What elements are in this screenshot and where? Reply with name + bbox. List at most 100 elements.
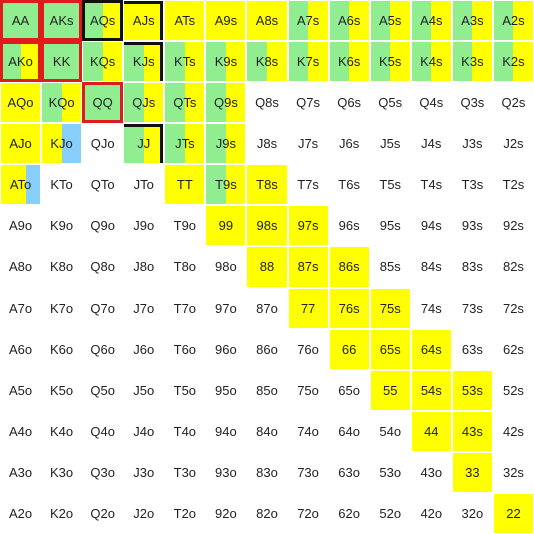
hand-cell[interactable]: 33	[451, 451, 493, 493]
hand-cell[interactable]: A7o	[0, 287, 42, 329]
hand-cell[interactable]: J9s	[205, 123, 247, 165]
hand-cell[interactable]: T6o	[164, 328, 206, 370]
hand-cell[interactable]: 83o	[246, 451, 288, 493]
hand-cell[interactable]: J9o	[123, 205, 165, 247]
hand-cell[interactable]: K8s	[246, 41, 288, 83]
hand-cell[interactable]: 72s	[492, 287, 534, 329]
hand-cell[interactable]: Q8o	[82, 246, 124, 288]
hand-cell[interactable]: 95s	[369, 205, 411, 247]
hand-cell[interactable]: K5o	[41, 369, 83, 411]
hand-cell[interactable]: A7s	[287, 0, 329, 42]
hand-cell[interactable]: 86o	[246, 328, 288, 370]
hand-cell[interactable]: 88	[246, 246, 288, 288]
hand-cell[interactable]: Q5o	[82, 369, 124, 411]
hand-cell[interactable]: K7s	[287, 41, 329, 83]
hand-cell[interactable]: 52s	[492, 369, 534, 411]
hand-cell[interactable]: 73s	[451, 287, 493, 329]
hand-cell[interactable]: A6s	[328, 0, 370, 42]
hand-cell[interactable]: 63o	[328, 451, 370, 493]
hand-cell[interactable]: 84o	[246, 410, 288, 452]
hand-cell[interactable]: KTs	[164, 41, 206, 83]
hand-cell[interactable]: A2s	[492, 0, 534, 42]
hand-cell[interactable]: Q5s	[369, 82, 411, 124]
hand-cell[interactable]: 82s	[492, 246, 534, 288]
hand-cell[interactable]: Q6o	[82, 328, 124, 370]
hand-cell[interactable]: 63s	[451, 328, 493, 370]
hand-cell[interactable]: K6s	[328, 41, 370, 83]
hand-cell[interactable]: Q9o	[82, 205, 124, 247]
hand-cell[interactable]: Q3s	[451, 82, 493, 124]
hand-cell[interactable]: TT	[164, 164, 206, 206]
hand-cell[interactable]: 85s	[369, 246, 411, 288]
hand-cell[interactable]: T6s	[328, 164, 370, 206]
hand-cell[interactable]: AKs	[41, 0, 83, 42]
hand-cell[interactable]: ATo	[0, 164, 42, 206]
hand-cell[interactable]: KJo	[41, 123, 83, 165]
hand-cell[interactable]: 55	[369, 369, 411, 411]
hand-cell[interactable]: 92s	[492, 205, 534, 247]
hand-cell[interactable]: 87s	[287, 246, 329, 288]
hand-cell[interactable]: J7s	[287, 123, 329, 165]
hand-cell[interactable]: A5o	[0, 369, 42, 411]
hand-cell[interactable]: 85o	[246, 369, 288, 411]
hand-cell[interactable]: T2s	[492, 164, 534, 206]
hand-cell[interactable]: A5s	[369, 0, 411, 42]
hand-cell[interactable]: QTo	[82, 164, 124, 206]
hand-cell[interactable]: 97o	[205, 287, 247, 329]
hand-cell[interactable]: 52o	[369, 492, 411, 534]
hand-cell[interactable]: 65o	[328, 369, 370, 411]
hand-cell[interactable]: 93s	[451, 205, 493, 247]
hand-cell[interactable]: A8o	[0, 246, 42, 288]
hand-cell[interactable]: K6o	[41, 328, 83, 370]
hand-cell[interactable]: KJs	[123, 41, 165, 83]
hand-cell[interactable]: 76s	[328, 287, 370, 329]
hand-cell[interactable]: T3s	[451, 164, 493, 206]
hand-cell[interactable]: 43s	[451, 410, 493, 452]
hand-cell[interactable]: T3o	[164, 451, 206, 493]
hand-cell[interactable]: QTs	[164, 82, 206, 124]
hand-cell[interactable]: J8s	[246, 123, 288, 165]
hand-cell[interactable]: 42s	[492, 410, 534, 452]
hand-cell[interactable]: Q4s	[410, 82, 452, 124]
hand-cell[interactable]: KQo	[41, 82, 83, 124]
hand-cell[interactable]: K4o	[41, 410, 83, 452]
hand-cell[interactable]: 54s	[410, 369, 452, 411]
hand-cell[interactable]: 42o	[410, 492, 452, 534]
hand-cell[interactable]: 32o	[451, 492, 493, 534]
hand-cell[interactable]: 93o	[205, 451, 247, 493]
hand-cell[interactable]: 96s	[328, 205, 370, 247]
hand-cell[interactable]: K3o	[41, 451, 83, 493]
hand-cell[interactable]: 99	[205, 205, 247, 247]
hand-cell[interactable]: 86s	[328, 246, 370, 288]
hand-cell[interactable]: T9s	[205, 164, 247, 206]
hand-cell[interactable]: 76o	[287, 328, 329, 370]
hand-cell[interactable]: Q2o	[82, 492, 124, 534]
hand-cell[interactable]: AKo	[0, 41, 42, 83]
hand-cell[interactable]: JTs	[164, 123, 206, 165]
hand-cell[interactable]: T4o	[164, 410, 206, 452]
hand-cell[interactable]: A4o	[0, 410, 42, 452]
hand-cell[interactable]: 94s	[410, 205, 452, 247]
hand-cell[interactable]: ATs	[164, 0, 206, 42]
hand-cell[interactable]: 54o	[369, 410, 411, 452]
hand-cell[interactable]: T7s	[287, 164, 329, 206]
hand-cell[interactable]: J3o	[123, 451, 165, 493]
hand-cell[interactable]: T4s	[410, 164, 452, 206]
hand-cell[interactable]: 82o	[246, 492, 288, 534]
hand-cell[interactable]: 92o	[205, 492, 247, 534]
hand-cell[interactable]: J5s	[369, 123, 411, 165]
hand-cell[interactable]: K9o	[41, 205, 83, 247]
hand-cell[interactable]: K4s	[410, 41, 452, 83]
hand-cell[interactable]: 95o	[205, 369, 247, 411]
hand-cell[interactable]: AJo	[0, 123, 42, 165]
hand-cell[interactable]: A9o	[0, 205, 42, 247]
hand-cell[interactable]: AQo	[0, 82, 42, 124]
hand-cell[interactable]: J3s	[451, 123, 493, 165]
hand-cell[interactable]: K9s	[205, 41, 247, 83]
hand-cell[interactable]: 96o	[205, 328, 247, 370]
hand-cell[interactable]: 75o	[287, 369, 329, 411]
hand-cell[interactable]: T2o	[164, 492, 206, 534]
hand-cell[interactable]: 53o	[369, 451, 411, 493]
hand-cell[interactable]: KTo	[41, 164, 83, 206]
hand-cell[interactable]: 74o	[287, 410, 329, 452]
